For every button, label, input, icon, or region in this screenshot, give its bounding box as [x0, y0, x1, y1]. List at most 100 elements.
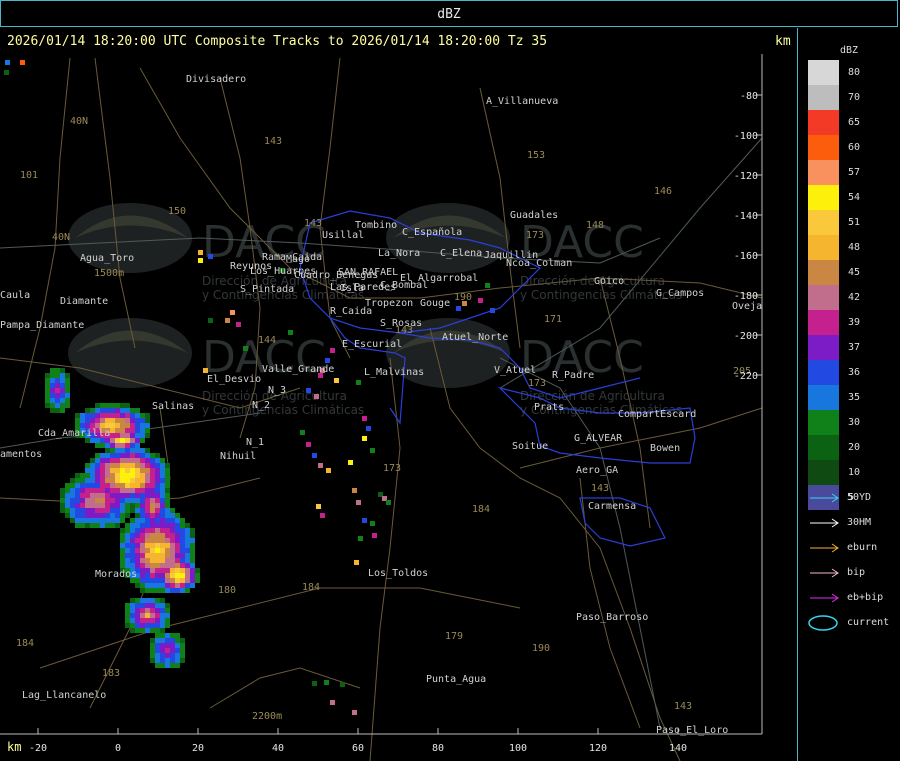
legend-label: 10: [848, 467, 861, 478]
legend-item: 80: [808, 60, 896, 85]
place-label: Gouge: [420, 298, 450, 309]
route-label: 150: [168, 206, 186, 217]
place-label: G_Campos: [656, 288, 704, 299]
place-label: Morados: [95, 569, 137, 580]
place-label: S_Pintada: [240, 284, 294, 295]
place-label: Salinas: [152, 401, 194, 412]
track-legend-item: 30HM: [808, 515, 896, 531]
place-label: Tropezon: [365, 298, 413, 309]
place-label: Isla: [340, 283, 364, 294]
km-unit-bottom: km: [7, 740, 22, 754]
km-unit-top: km: [775, 34, 791, 49]
place-label: Nihuil: [220, 451, 256, 462]
track-legend-label: eburn: [847, 542, 878, 553]
legend-swatch: [808, 60, 839, 85]
route-label: 143: [304, 218, 322, 229]
legend-item: 45: [808, 260, 896, 285]
place-label: L_Malvinas: [364, 367, 424, 378]
place-label: Guadales: [510, 210, 558, 221]
route-label: 179: [445, 631, 463, 642]
legend-swatch: [808, 460, 839, 485]
track-legend-label: current: [847, 617, 890, 628]
legend-label: 51: [848, 217, 861, 228]
legend-item: 48: [808, 235, 896, 260]
map-frame: [0, 28, 797, 761]
track-legend-item: eb+bip: [808, 590, 896, 606]
y-tick-label: -80: [740, 91, 758, 102]
place-label: Atuel_Norte: [442, 332, 508, 343]
legend-item: 65: [808, 110, 896, 135]
radar-map[interactable]: DACC Dirección de Agricultura y Continge…: [0, 28, 798, 761]
legend-item: 30: [808, 410, 896, 435]
place-label: Valle_Grande: [262, 364, 334, 375]
legend-label: 39: [848, 317, 861, 328]
x-tick-label: 40: [272, 743, 284, 754]
place-label: G_ALVEAR: [574, 433, 623, 444]
place-label: C_Española: [402, 227, 462, 238]
place-label: A_Villanueva: [486, 96, 558, 107]
watermark-line1: Dirección de Agricultura: [520, 389, 665, 403]
route-label: 101: [20, 170, 38, 181]
legend-item: 57: [808, 160, 896, 185]
track-legend-label: bip: [847, 567, 866, 578]
route-label: 148: [586, 220, 604, 231]
track-legend-item: 50YD: [808, 490, 896, 506]
route-label: 40N: [70, 116, 88, 127]
track-legend-label: eb+bip: [847, 592, 884, 603]
route-label: 1500m: [94, 268, 124, 279]
legend-label: 30: [848, 417, 861, 428]
y-tick-label: -160: [734, 251, 758, 262]
legend-label: 37: [848, 342, 861, 353]
place-label: Aero_GA: [576, 465, 618, 476]
route-label: 173: [528, 378, 546, 389]
x-tick-label: 80: [432, 743, 444, 754]
arrow-icon: [810, 543, 839, 553]
route-label: 183: [102, 668, 120, 679]
route-label: 143: [591, 483, 609, 494]
place-label: Los_Huarpes: [250, 266, 316, 277]
x-tick-label: -20: [29, 743, 47, 754]
route-label: 173: [383, 463, 401, 474]
route-label: 184: [302, 582, 320, 593]
place-label: C_Elena: [440, 248, 482, 259]
place-label: La_Nora: [378, 248, 420, 259]
route-label: 143: [674, 701, 692, 712]
track-legend-item: current: [808, 615, 896, 631]
legend-item: 70: [808, 85, 896, 110]
track-legend-label: 30HM: [847, 517, 872, 528]
watermark-line2: y Contingencias Climáticas: [202, 403, 364, 417]
legend-item: 51: [808, 210, 896, 235]
place-label: CompartEscard: [618, 409, 696, 420]
track-legend-item: bip: [808, 565, 896, 581]
legend-swatch: [808, 285, 839, 310]
y-tick-label: -120: [734, 171, 758, 182]
place-label: R_Caida: [330, 306, 372, 317]
legend-panel: dBZ 80 70 65 60 57 54 51 48 45 42 39 37 36 35 30 20 10 5 …: [798, 28, 900, 761]
legend-swatch: [808, 410, 839, 435]
legend-label: 45: [848, 267, 861, 278]
legend-swatch: [808, 235, 839, 260]
route-label: 153: [527, 150, 545, 161]
ellipse-icon: [808, 615, 838, 631]
x-tick-label: 60: [352, 743, 364, 754]
route-label: 184: [16, 638, 34, 649]
arrow-icon: [810, 568, 839, 578]
route-label: 2200m: [252, 711, 282, 722]
route-label: 173: [526, 230, 544, 241]
place-label: C_Bombal: [380, 280, 428, 291]
legend-label: 65: [848, 117, 861, 128]
legend-item: 39: [808, 310, 896, 335]
route-label: 143: [264, 136, 282, 147]
legend-swatch: [808, 335, 839, 360]
route-label: 190: [454, 292, 472, 303]
map-canvas: DACC Dirección de Agricultura y Continge…: [0, 28, 797, 761]
legend-label: 80: [848, 67, 861, 78]
legend-label: 36: [848, 367, 861, 378]
legend-label: 60: [848, 142, 861, 153]
legend-swatch: [808, 310, 839, 335]
place-label: Mago: [286, 254, 310, 265]
place-label: Agua_Toro: [80, 253, 134, 264]
route-label: 40N: [52, 232, 70, 243]
y-tick-label: -220: [734, 371, 758, 382]
legend-item: 10: [808, 460, 896, 485]
